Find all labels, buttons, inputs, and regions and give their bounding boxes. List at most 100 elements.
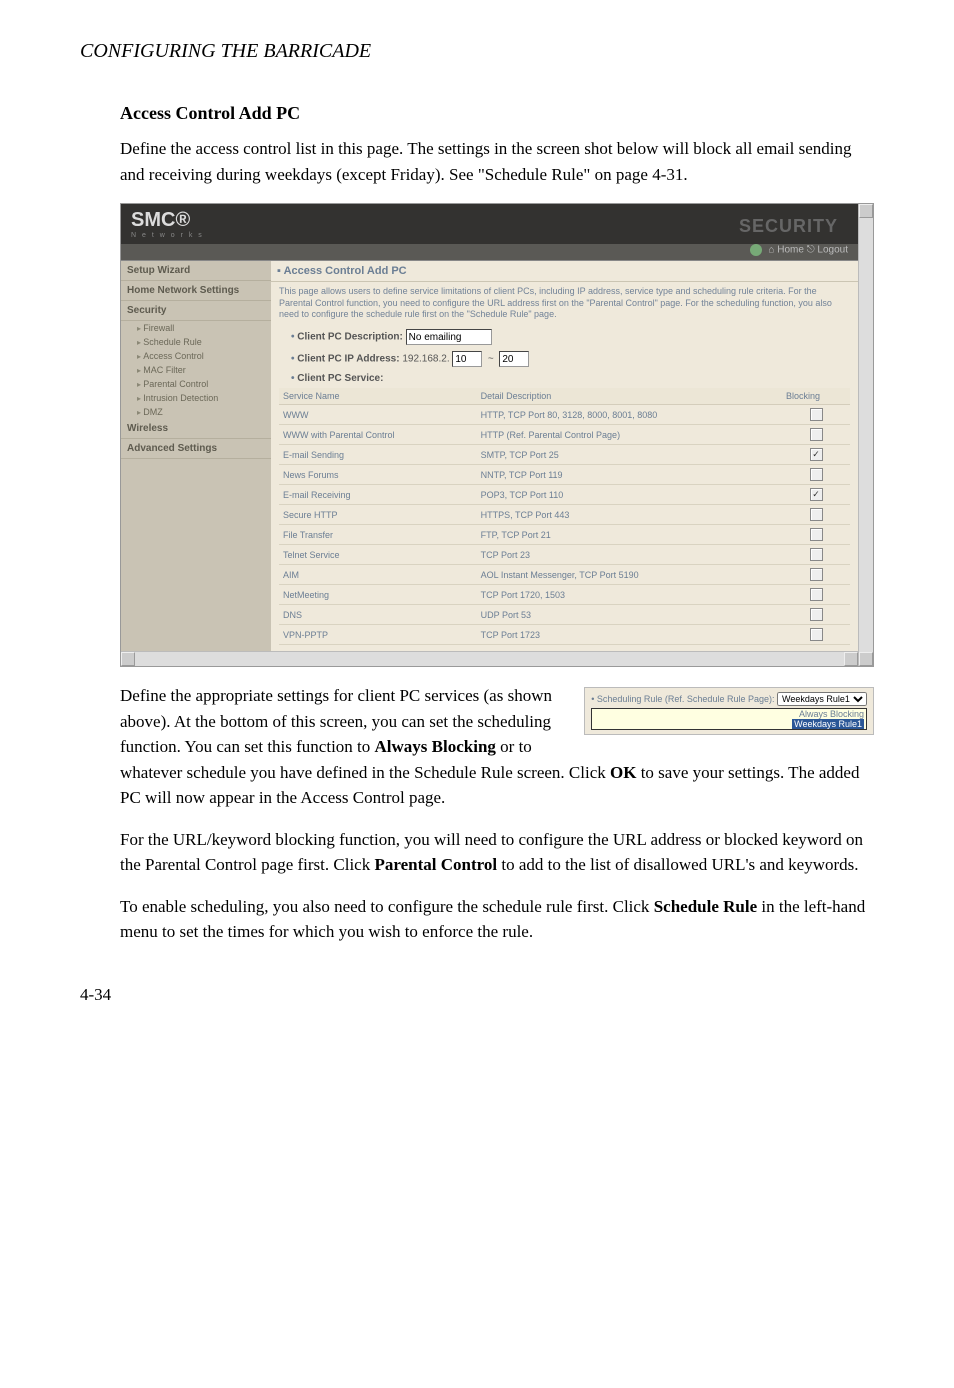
blocking-cell [782,505,850,525]
scroll-down-arrow-icon[interactable] [859,652,873,666]
service-desc-cell: FTP, TCP Port 21 [477,525,782,545]
blocking-checkbox[interactable] [810,528,823,541]
blocking-checkbox[interactable] [810,628,823,641]
horizontal-scrollbar[interactable] [121,651,858,666]
scroll-right-arrow-icon[interactable] [844,652,858,666]
blocking-cell [782,545,850,565]
paragraph-3: For the URL/keyword blocking function, y… [120,827,874,878]
service-name-cell: NetMeeting [279,585,477,605]
service-name-cell: E-mail Receiving [279,485,477,505]
service-desc-cell: UDP Port 53 [477,605,782,625]
service-name-cell: AIM [279,565,477,585]
service-desc-cell: TCP Port 1723 [477,625,782,645]
blocking-cell [782,585,850,605]
service-label: Client PC Service: [297,373,383,384]
service-desc-cell: HTTP (Ref. Parental Control Page) [477,425,782,445]
running-header: CONFIGURING THE BARRICADE [80,40,874,63]
dropdown-tooltip: Always Blocking Weekdays Rule1 [591,708,867,730]
service-name-cell: VPN-PPTP [279,625,477,645]
blocking-checkbox[interactable] [810,588,823,601]
intro-paragraph: Define the access control list in this p… [120,136,874,187]
blocking-checkbox[interactable] [810,568,823,581]
blocking-checkbox[interactable] [810,548,823,561]
client-pc-service-row: • Client PC Service: [271,369,858,386]
table-row: News ForumsNNTP, TCP Port 119 [279,465,850,485]
table-row: WWW with Parental ControlHTTP (Ref. Pare… [279,425,850,445]
sidebar-item-security[interactable]: Security [121,301,271,321]
logo-subtitle: N e t w o r k s [131,232,204,239]
client-pc-description-row: • Client PC Description: [271,325,858,347]
blocking-checkbox[interactable] [810,408,823,421]
ip-to-input[interactable] [499,351,529,367]
service-table: Service NameDetail DescriptionBlocking W… [279,388,850,645]
blocking-cell [782,605,850,625]
blocking-cell [782,425,850,445]
blocking-checkbox[interactable] [810,488,823,501]
service-name-cell: WWW [279,405,477,425]
main-panel: Access Control Add PC This page allows u… [271,261,858,651]
table-row: NetMeetingTCP Port 1720, 1503 [279,585,850,605]
blocking-checkbox[interactable] [810,608,823,621]
service-name-cell: DNS [279,605,477,625]
blocking-checkbox[interactable] [810,428,823,441]
home-logout-links[interactable]: ⌂ Home ⎋ Logout [768,245,848,256]
table-row: Secure HTTPHTTPS, TCP Port 443 [279,505,850,525]
table-row: File TransferFTP, TCP Port 21 [279,525,850,545]
service-name-cell: WWW with Parental Control [279,425,477,445]
desc-label: Client PC Description: [297,332,403,343]
service-desc-cell: TCP Port 23 [477,545,782,565]
scroll-left-arrow-icon[interactable] [121,652,135,666]
sidebar-item-setup-wizard[interactable]: Setup Wizard [121,261,271,281]
vertical-scrollbar[interactable] [858,204,873,666]
sidebar-item-access-control[interactable]: Access Control [121,349,271,363]
service-desc-cell: TCP Port 1720, 1503 [477,585,782,605]
blocking-cell [782,625,850,645]
ip-label: Client PC IP Address: [297,354,399,365]
table-row: E-mail SendingSMTP, TCP Port 25 [279,445,850,465]
panel-title: Access Control Add PC [271,261,858,282]
table-header-cell: Detail Description [477,388,782,405]
sidebar-item-wireless[interactable]: Wireless [121,419,271,439]
blocking-cell [782,525,850,545]
service-name-cell: Telnet Service [279,545,477,565]
blocking-cell [782,405,850,425]
scroll-up-arrow-icon[interactable] [859,204,873,218]
service-desc-cell: SMTP, TCP Port 25 [477,445,782,465]
sidebar-item-parental-control[interactable]: Parental Control [121,377,271,391]
tooltip-line2: Weekdays Rule1 [792,719,864,729]
blocking-checkbox[interactable] [810,508,823,521]
client-pc-description-input[interactable] [406,329,492,345]
client-pc-ip-row: • Client PC IP Address: 192.168.2. ~ [271,347,858,369]
table-header-cell: Service Name [279,388,477,405]
scheduling-rule-dropdown[interactable]: Weekdays Rule1 [777,692,867,706]
sidebar-item-home-network-settings[interactable]: Home Network Settings [121,281,271,301]
sidebar-item-firewall[interactable]: Firewall [121,321,271,335]
sidebar-item-intrusion-detection[interactable]: Intrusion Detection [121,391,271,405]
panel-intro-text: This page allows users to define service… [271,282,858,325]
service-desc-cell: NNTP, TCP Port 119 [477,465,782,485]
paragraph-4: To enable scheduling, you also need to c… [120,894,874,945]
ip-prefix: 192.168.2. [402,354,449,365]
table-header-cell: Blocking [782,388,850,405]
service-name-cell: File Transfer [279,525,477,545]
blocking-checkbox[interactable] [810,468,823,481]
table-row: AIMAOL Instant Messenger, TCP Port 5190 [279,565,850,585]
service-name-cell: News Forums [279,465,477,485]
sidebar-item-dmz[interactable]: DMZ [121,405,271,419]
sidebar-item-advanced-settings[interactable]: Advanced Settings [121,439,271,459]
service-desc-cell: HTTP, TCP Port 80, 3128, 8000, 8001, 808… [477,405,782,425]
table-row: E-mail ReceivingPOP3, TCP Port 110 [279,485,850,505]
blocking-checkbox[interactable] [810,448,823,461]
sidebar-item-mac-filter[interactable]: MAC Filter [121,363,271,377]
service-desc-cell: HTTPS, TCP Port 443 [477,505,782,525]
page-number: 4-34 [80,985,874,1005]
sidebar: Setup WizardHome Network SettingsSecurit… [121,261,271,651]
ip-from-input[interactable] [452,351,482,367]
scheduling-rule-screenshot: • Scheduling Rule (Ref. Schedule Rule Pa… [584,687,874,735]
table-row: Telnet ServiceTCP Port 23 [279,545,850,565]
table-row: WWWHTTP, TCP Port 80, 3128, 8000, 8001, … [279,405,850,425]
sidebar-item-schedule-rule[interactable]: Schedule Rule [121,335,271,349]
logo: SMC® [131,209,204,232]
service-desc-cell: AOL Instant Messenger, TCP Port 5190 [477,565,782,585]
table-row: VPN-PPTPTCP Port 1723 [279,625,850,645]
